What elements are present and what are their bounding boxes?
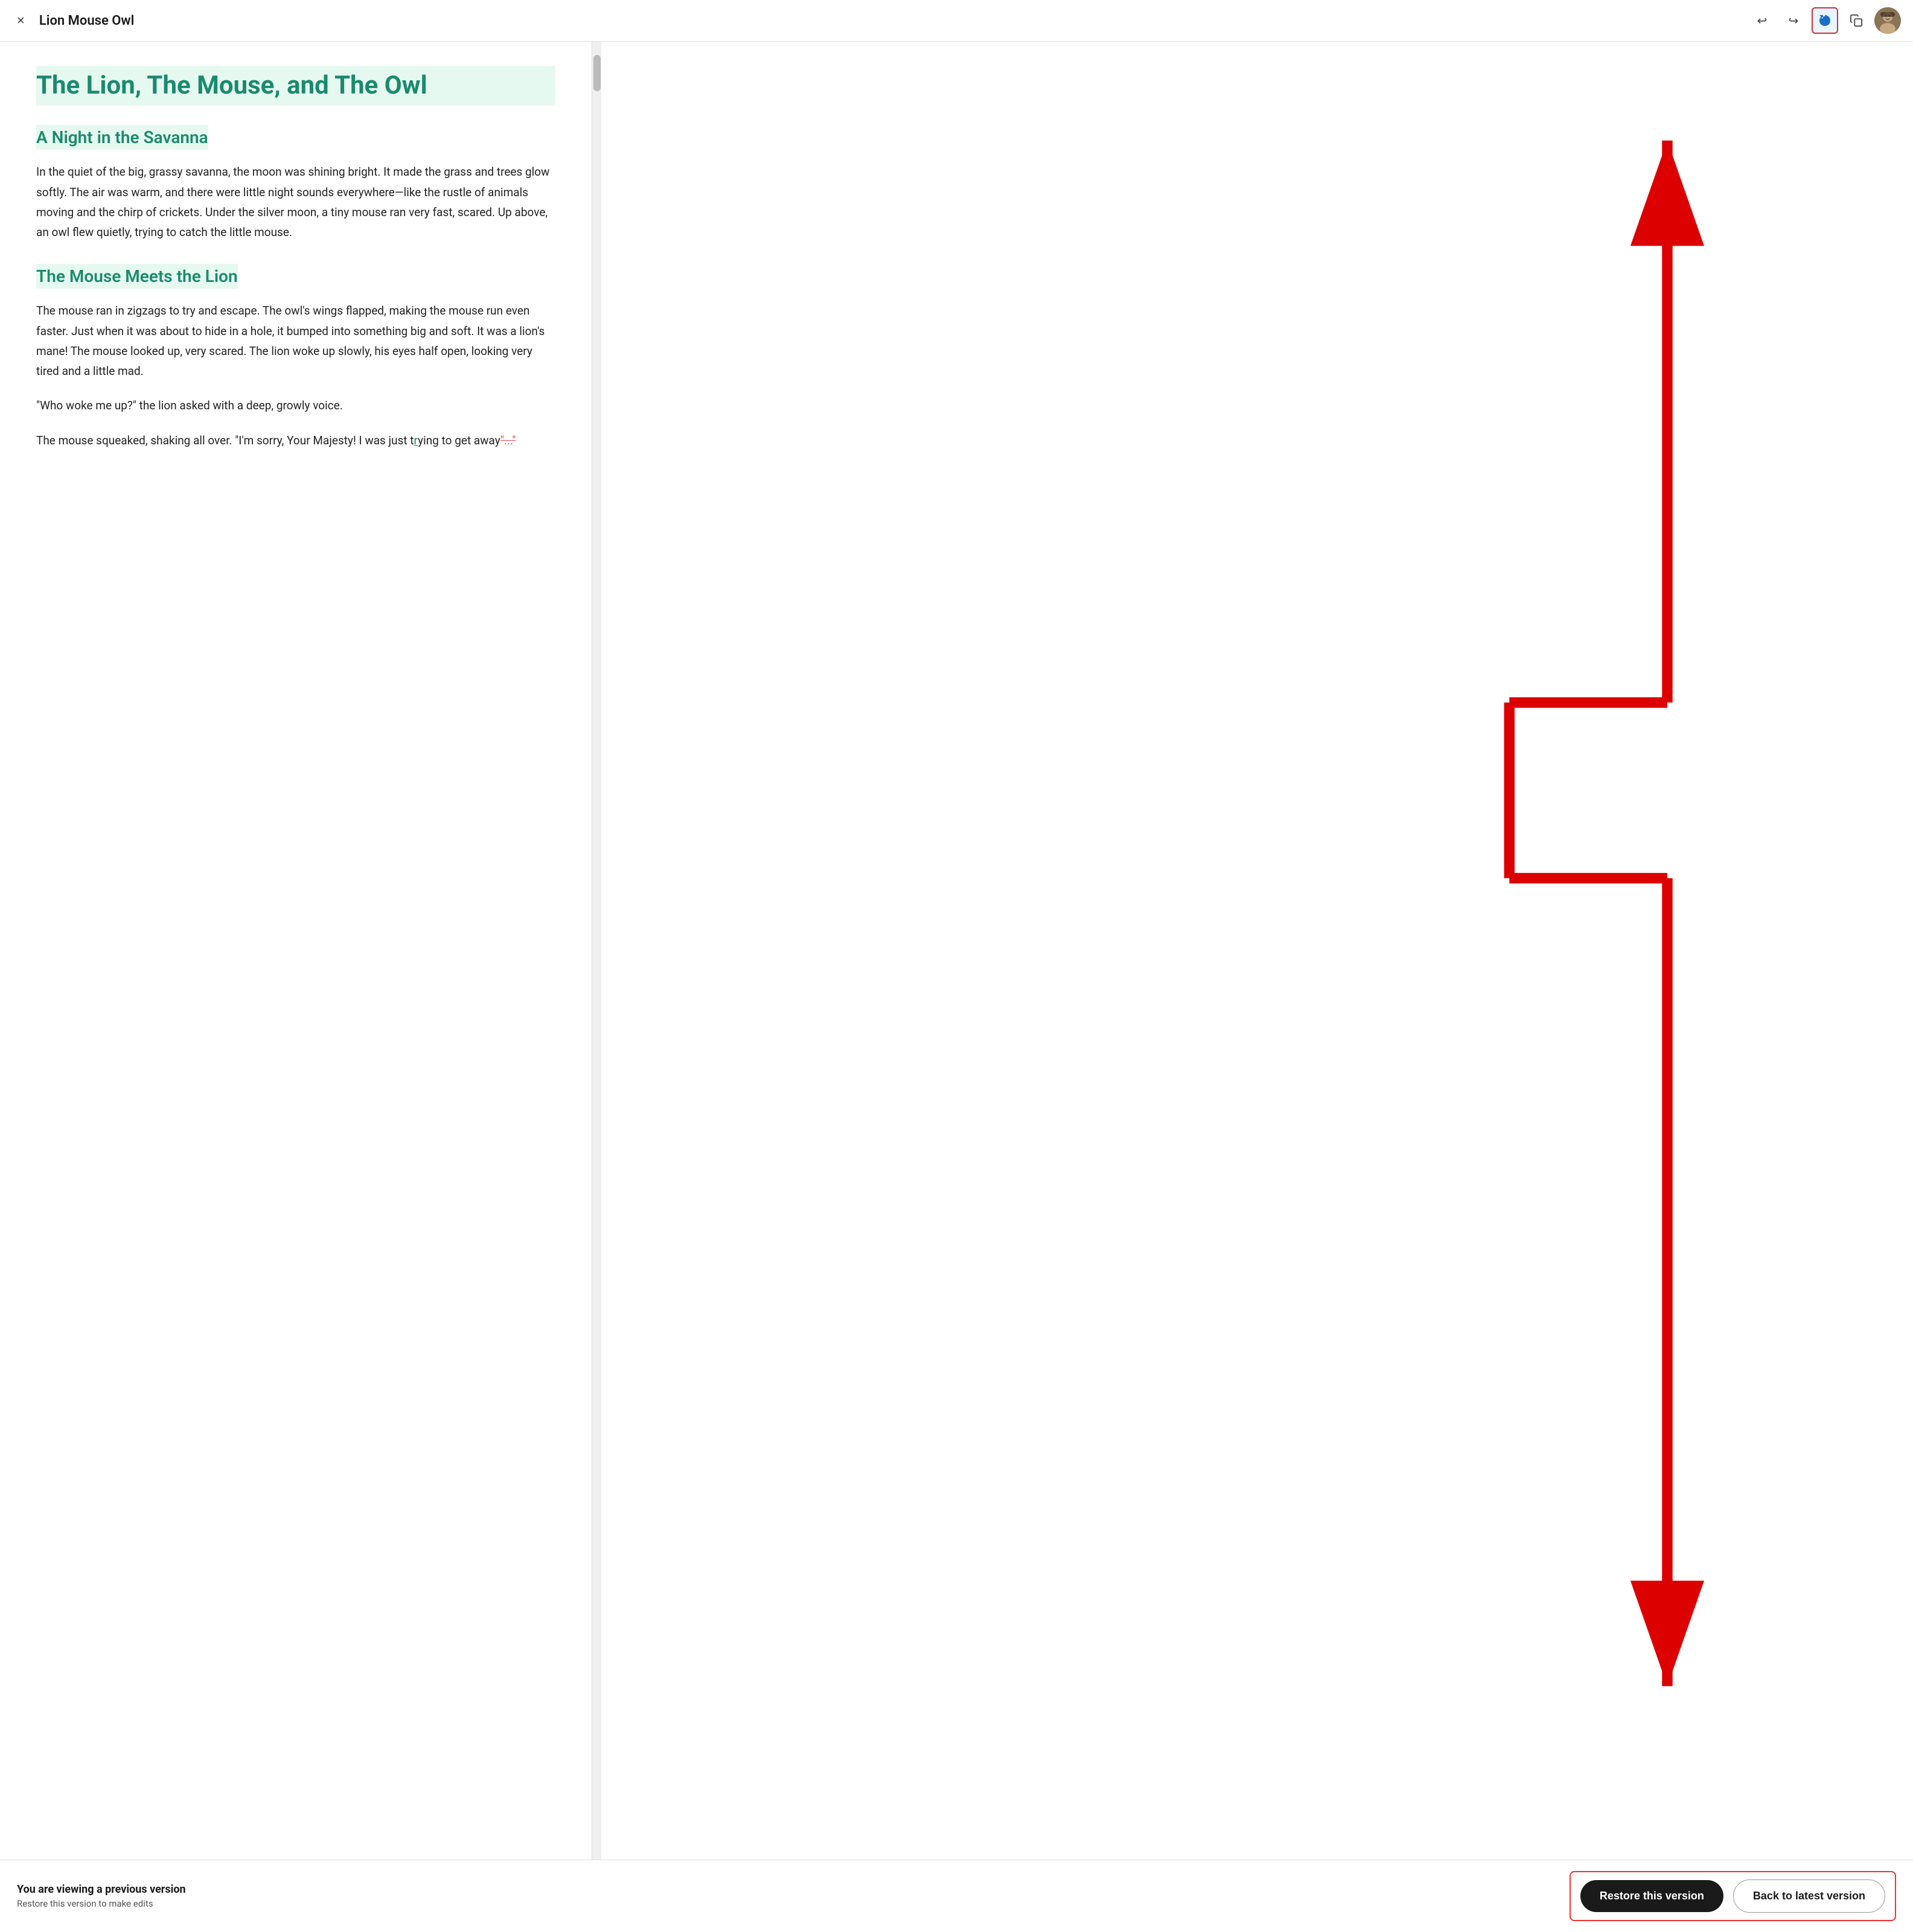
app-header: × Lion Mouse Owl ↩ ↪ — [0, 0, 1913, 42]
scrollbar[interactable] — [592, 42, 601, 1860]
close-button[interactable]: × — [12, 11, 30, 30]
footer-title: You are viewing a previous version — [17, 1883, 186, 1896]
history-icon — [1818, 13, 1832, 28]
header-left: × Lion Mouse Owl — [12, 11, 134, 30]
section-title-lion: The Mouse Meets the Lion — [36, 264, 238, 289]
text-strikethrough: "..." — [500, 433, 516, 447]
copy-icon — [1850, 14, 1863, 27]
section-title-savanna: A Night in the Savanna — [36, 125, 208, 150]
document-main-title: The Lion, The Mouse, and The Owl — [36, 66, 555, 106]
restore-version-button[interactable]: Restore this version — [1580, 1880, 1723, 1912]
document-title: Lion Mouse Owl — [39, 13, 135, 28]
text-ying: ying to get away — [418, 433, 500, 447]
footer-subtitle: Restore this version to make edits — [17, 1898, 186, 1909]
scrollbar-thumb[interactable] — [593, 55, 601, 91]
header-right: ↩ ↪ — [1749, 7, 1901, 34]
section-lion: The Mouse Meets the Lion The mouse ran i… — [36, 264, 555, 450]
footer-info: You are viewing a previous version Resto… — [17, 1883, 186, 1909]
paragraph-lion-1: The mouse ran in zigzags to try and esca… — [36, 301, 555, 381]
avatar[interactable] — [1874, 7, 1901, 34]
copy-button[interactable] — [1843, 7, 1870, 34]
content-wrapper: The Lion, The Mouse, and The Owl A Night… — [0, 42, 1913, 1860]
redo-button[interactable]: ↪ — [1780, 7, 1807, 34]
paragraph-lion-2: "Who woke me up?" the lion asked with a … — [36, 395, 555, 415]
main-content: The Lion, The Mouse, and The Owl A Night… — [0, 42, 592, 1860]
undo-button[interactable]: ↩ — [1749, 7, 1775, 34]
version-history-button[interactable] — [1812, 7, 1838, 34]
footer-buttons: Restore this version Back to latest vers… — [1570, 1871, 1896, 1921]
paragraph-savanna-1: In the quiet of the big, grassy savanna,… — [36, 162, 555, 242]
footer-bar: You are viewing a previous version Resto… — [0, 1860, 1913, 1932]
section-savanna: A Night in the Savanna In the quiet of t… — [36, 125, 555, 242]
paragraph-lion-3: The mouse squeaked, shaking all over. "I… — [36, 430, 555, 450]
avatar-image — [1874, 7, 1901, 34]
back-to-latest-button[interactable]: Back to latest version — [1733, 1879, 1885, 1913]
text-mouse-squeaked: The mouse squeaked, shaking all over. "I… — [36, 433, 414, 447]
